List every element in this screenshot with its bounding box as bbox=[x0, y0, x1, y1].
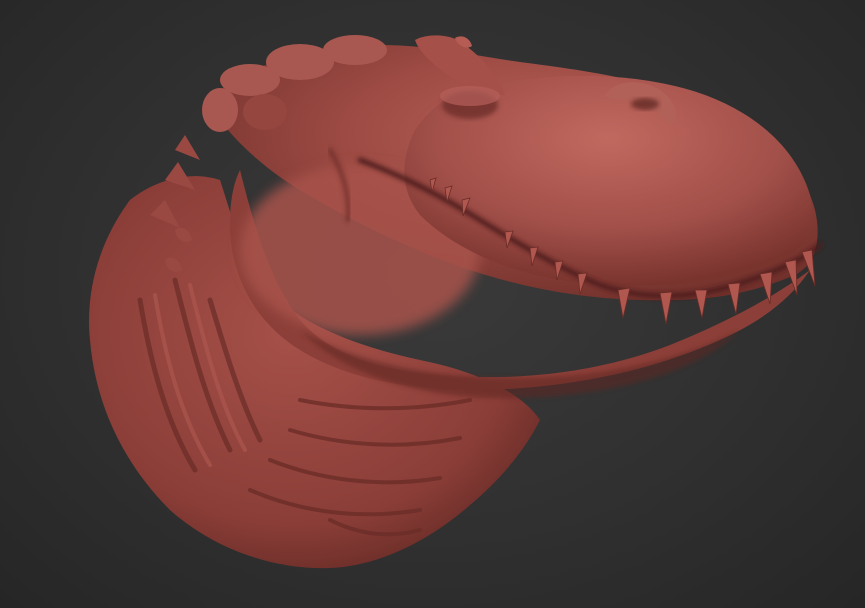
3d-viewport[interactable] bbox=[0, 0, 865, 608]
dinosaur-head-sculpt bbox=[89, 35, 823, 569]
eye-ridge bbox=[440, 86, 500, 106]
nostril-hole bbox=[631, 98, 659, 110]
